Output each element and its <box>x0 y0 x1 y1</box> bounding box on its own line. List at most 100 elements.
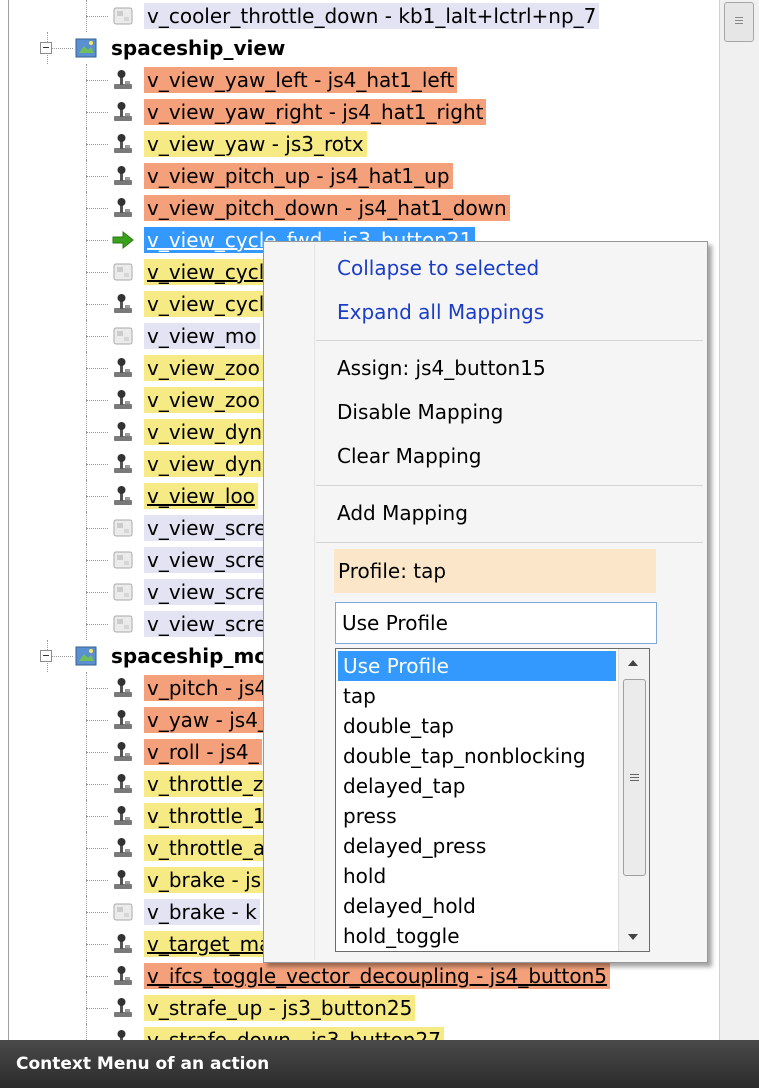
profile-dropdown-list[interactable]: Use Profile tap double_tap double_tap_nonbl… <box>335 648 650 952</box>
menu-separator <box>316 542 703 543</box>
profile-list-scroll-thumb[interactable] <box>623 679 646 876</box>
tree-row[interactable]: v_cooler_throttle_down - kb1_lalt+lctrl+… <box>0 0 740 32</box>
tree-category-row[interactable]: spaceship_view <box>0 32 740 64</box>
tree-connector <box>86 1024 87 1040</box>
joystick-icon <box>112 934 134 954</box>
tree-connector <box>86 368 108 369</box>
joystick-icon <box>112 966 134 986</box>
add-mapping-item[interactable]: Add Mapping <box>337 495 468 531</box>
tree-row-label: v_roll - js4_ <box>144 739 262 765</box>
tree-connector <box>86 592 108 593</box>
tree-connector <box>86 16 108 17</box>
tree-connector <box>86 976 108 977</box>
tree-row[interactable]: v_view_pitch_up - js4_hat1_up <box>0 160 740 192</box>
profile-option[interactable]: double_tap_nonblocking <box>338 741 616 771</box>
tree-scrollbar-thumb[interactable] <box>724 2 754 42</box>
tree-row[interactable]: v_strafe_up - js3_button25 <box>0 992 740 1024</box>
keyboard-icon <box>112 614 134 634</box>
tree-row-label: v_view_mo <box>144 323 260 349</box>
joystick-icon <box>112 422 134 442</box>
collapse-toggle-icon[interactable] <box>40 42 52 54</box>
tree-row[interactable]: v_ifcs_toggle_vector_decoupling - js4_bu… <box>0 960 740 992</box>
tree-connector <box>86 304 108 305</box>
tree-row-label: spaceship_mov <box>111 644 282 668</box>
tree-row[interactable]: v_view_yaw_right - js4_hat1_right <box>0 96 740 128</box>
joystick-icon <box>112 294 134 314</box>
tree-row-label: v_view_cycl <box>144 291 268 317</box>
profile-option[interactable]: hold_toggle <box>338 921 616 951</box>
profile-option[interactable]: Use Profile <box>338 651 616 681</box>
collapse-toggle-icon[interactable] <box>40 650 52 662</box>
tree-row-label: v_target_ma <box>144 931 275 957</box>
joystick-icon <box>112 678 134 698</box>
keyboard-icon <box>112 6 134 26</box>
green-arrow-icon <box>112 230 134 250</box>
tree-connector <box>86 560 108 561</box>
assign-item[interactable]: Assign: js4_button15 <box>337 350 546 386</box>
tree-row-label: v_view_loo <box>144 483 258 509</box>
tree-connector <box>86 432 108 433</box>
tree-row-label: v_yaw - js4_ <box>144 707 271 733</box>
tree-connector <box>86 912 108 913</box>
tree-row-label: v_throttle_z <box>144 771 267 797</box>
tree-connector <box>86 496 108 497</box>
collapse-to-selected-item[interactable]: Collapse to selected <box>337 250 539 286</box>
tree-row-label: v_view_cycle <box>144 259 280 285</box>
context-menu: Collapse to selected Expand all Mappings… <box>263 241 708 963</box>
tree-row-label: v_view_pitch_down - js4_hat1_down <box>144 195 510 221</box>
tree-row[interactable]: v_view_yaw - js3_rotx <box>0 128 740 160</box>
tree-row[interactable]: v_view_pitch_down - js4_hat1_down <box>0 192 740 224</box>
tree-connector <box>86 400 108 401</box>
joystick-icon <box>112 198 134 218</box>
tree-connector <box>86 688 108 689</box>
joystick-icon <box>112 102 134 122</box>
joystick-icon <box>112 806 134 826</box>
joystick-icon <box>112 486 134 506</box>
profile-option[interactable]: tap <box>338 681 616 711</box>
tree-connector <box>86 880 108 881</box>
tree-scrollbar[interactable] <box>719 0 759 1040</box>
profile-option[interactable]: delayed_press <box>338 831 616 861</box>
joystick-icon <box>112 774 134 794</box>
tree-connector <box>86 528 108 529</box>
tree-connector <box>86 240 108 241</box>
disable-mapping-item[interactable]: Disable Mapping <box>337 394 503 430</box>
tree-row-label: v_view_scre <box>144 579 270 605</box>
tree-row-label: v_view_dyn <box>144 451 266 477</box>
joystick-icon <box>112 70 134 90</box>
keyboard-icon <box>112 582 134 602</box>
tree-row-label: v_strafe_up - js3_button25 <box>144 995 416 1021</box>
scroll-up-icon[interactable] <box>628 660 638 666</box>
joystick-icon <box>112 134 134 154</box>
profile-option[interactable]: delayed_hold <box>338 891 616 921</box>
profile-option[interactable]: double_tap <box>338 711 616 741</box>
profile-combobox[interactable]: Use Profile <box>335 602 657 644</box>
tree-connector <box>86 816 108 817</box>
menu-gutter <box>314 244 315 960</box>
joystick-icon <box>112 838 134 858</box>
joystick-icon <box>112 166 134 186</box>
joystick-icon <box>112 870 134 890</box>
profile-label: Profile: tap <box>334 549 656 593</box>
tree-row-label: v_view_yaw - js3_rotx <box>144 131 367 157</box>
tree-row-label: v_view_zoo <box>144 387 263 413</box>
scroll-down-icon[interactable] <box>628 934 638 940</box>
category-image-icon <box>75 646 97 666</box>
menu-separator <box>316 485 703 486</box>
tree-row-label: v_view_scre <box>144 515 270 541</box>
joystick-icon <box>112 998 134 1018</box>
clear-mapping-item[interactable]: Clear Mapping <box>337 438 482 474</box>
profile-list-scrollbar[interactable] <box>618 649 649 951</box>
expand-all-mappings-item[interactable]: Expand all Mappings <box>337 294 544 330</box>
tree-row[interactable]: v_view_yaw_left - js4_hat1_left <box>0 64 740 96</box>
tree-row-label: v_view_scre <box>144 611 270 637</box>
profile-option[interactable]: delayed_tap <box>338 771 616 801</box>
tree-row-label: v_view_dyn <box>144 419 266 445</box>
tree-row[interactable]: v_strafe_down - js3_button27 <box>0 1024 740 1040</box>
tree-row-label: v_cooler_throttle_down - kb1_lalt+lctrl+… <box>144 3 600 29</box>
tree-connector <box>86 752 108 753</box>
tree-row-label: v_view_pitch_up - js4_hat1_up <box>144 163 453 189</box>
profile-option[interactable]: hold <box>338 861 616 891</box>
profile-option[interactable]: press <box>338 801 616 831</box>
tree-connector <box>86 336 108 337</box>
